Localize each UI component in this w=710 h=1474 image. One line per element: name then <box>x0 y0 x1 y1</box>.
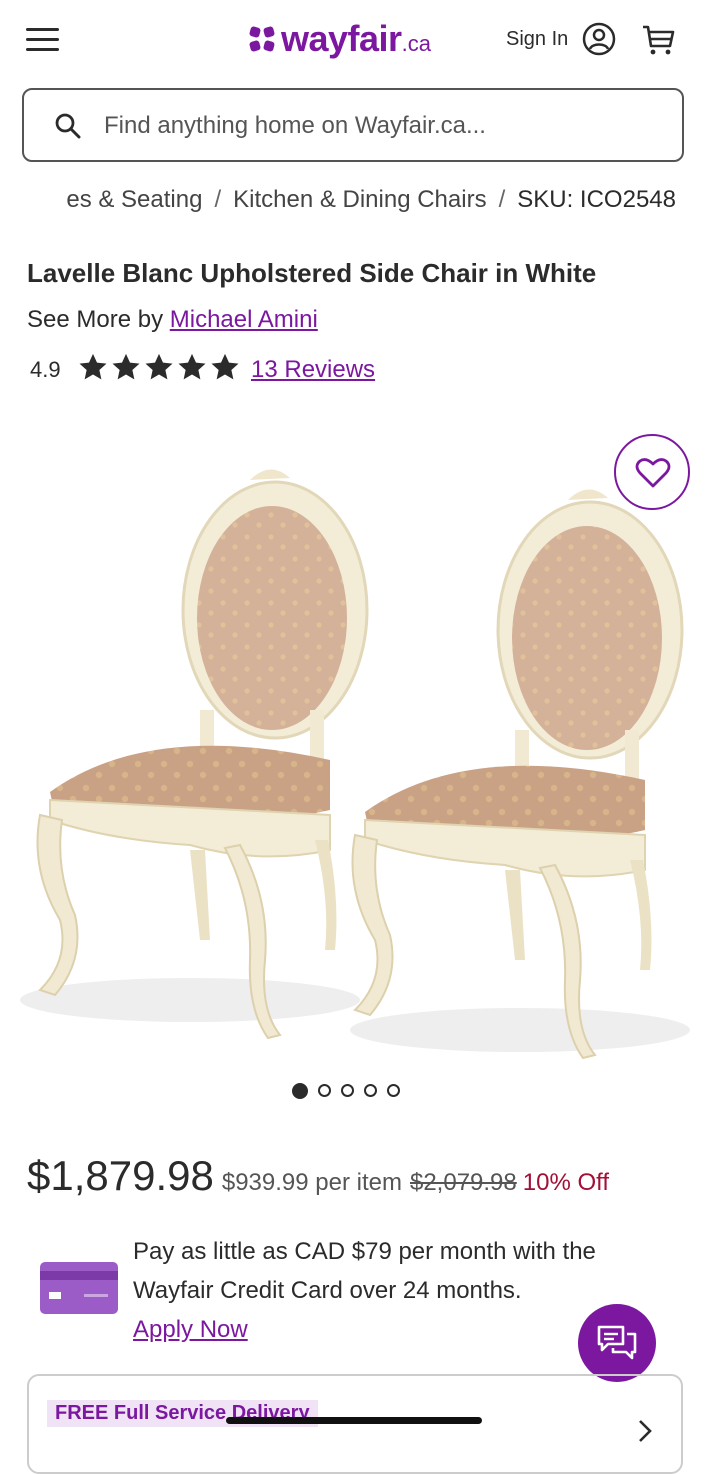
original-price: $2,079.98 <box>409 1169 517 1196</box>
rating-value: 4.9 <box>30 357 61 382</box>
chevron-right-icon <box>639 1420 652 1442</box>
user-account-icon[interactable] <box>582 22 616 56</box>
breadcrumb-sku: SKU: ICO2548 <box>517 186 676 213</box>
star-icon <box>112 353 140 380</box>
credit-promo-text: Pay as little as CAD $79 per month with … <box>133 1238 596 1304</box>
see-more-prefix: See More by <box>27 306 164 333</box>
carousel-dot[interactable] <box>364 1084 377 1097</box>
search-bar[interactable] <box>22 88 684 162</box>
credit-card-icon <box>40 1262 118 1314</box>
star-icon <box>145 353 173 380</box>
breadcrumb: es & Seating / Kitchen & Dining Chairs / SKU… <box>0 186 710 220</box>
product-image[interactable] <box>0 420 710 1080</box>
breadcrumb-separator: / <box>214 186 222 213</box>
logo-word: wayfair <box>281 18 402 59</box>
breadcrumb-item-seating[interactable]: es & Seating <box>66 186 202 213</box>
search-input[interactable] <box>102 104 666 148</box>
favorite-button[interactable] <box>614 434 690 510</box>
star-icon <box>178 353 206 380</box>
carousel-dot[interactable] <box>292 1083 308 1099</box>
discount-badge: 10% Off <box>522 1169 610 1196</box>
brand-link[interactable]: Michael Amini <box>170 306 318 333</box>
apply-now-link[interactable]: Apply Now <box>133 1316 248 1343</box>
product-title: Lavelle Blanc Upholstered Side Chair in … <box>27 258 597 288</box>
heart-icon <box>635 458 671 488</box>
breadcrumb-separator: / <box>498 186 506 213</box>
logo-flower-icon <box>249 26 275 52</box>
reviews-link[interactable]: 13 Reviews <box>251 356 375 384</box>
delivery-option[interactable]: FREE Full Service Delivery <box>27 1374 683 1474</box>
sign-in-link[interactable]: Sign In <box>506 28 568 51</box>
price-block: $1,879.98 $939.99 per item $2,079.98 10%… <box>27 1152 609 1200</box>
menu-button[interactable] <box>26 28 60 52</box>
chat-bubbles-icon <box>597 1325 637 1360</box>
carousel-dot[interactable] <box>318 1084 331 1097</box>
carousel-dot[interactable] <box>341 1084 354 1097</box>
wayfair-logo[interactable]: wayfair .ca <box>247 18 431 60</box>
chat-button[interactable] <box>578 1304 656 1382</box>
cart-icon[interactable] <box>640 22 676 58</box>
per-item-price: $939.99 per item <box>221 1169 402 1196</box>
logo-tld: .ca <box>401 31 431 56</box>
see-more-by: See More by Michael Amini <box>27 306 318 334</box>
star-rating <box>78 352 240 382</box>
image-carousel-dots <box>292 1083 400 1099</box>
sale-price: $1,879.98 <box>27 1152 214 1199</box>
star-icon <box>211 353 239 380</box>
carousel-dot[interactable] <box>387 1084 400 1097</box>
search-icon <box>55 113 81 139</box>
breadcrumb-item-dining-chairs[interactable]: Kitchen & Dining Chairs <box>233 186 486 213</box>
home-indicator <box>226 1417 482 1424</box>
star-icon <box>79 353 107 380</box>
